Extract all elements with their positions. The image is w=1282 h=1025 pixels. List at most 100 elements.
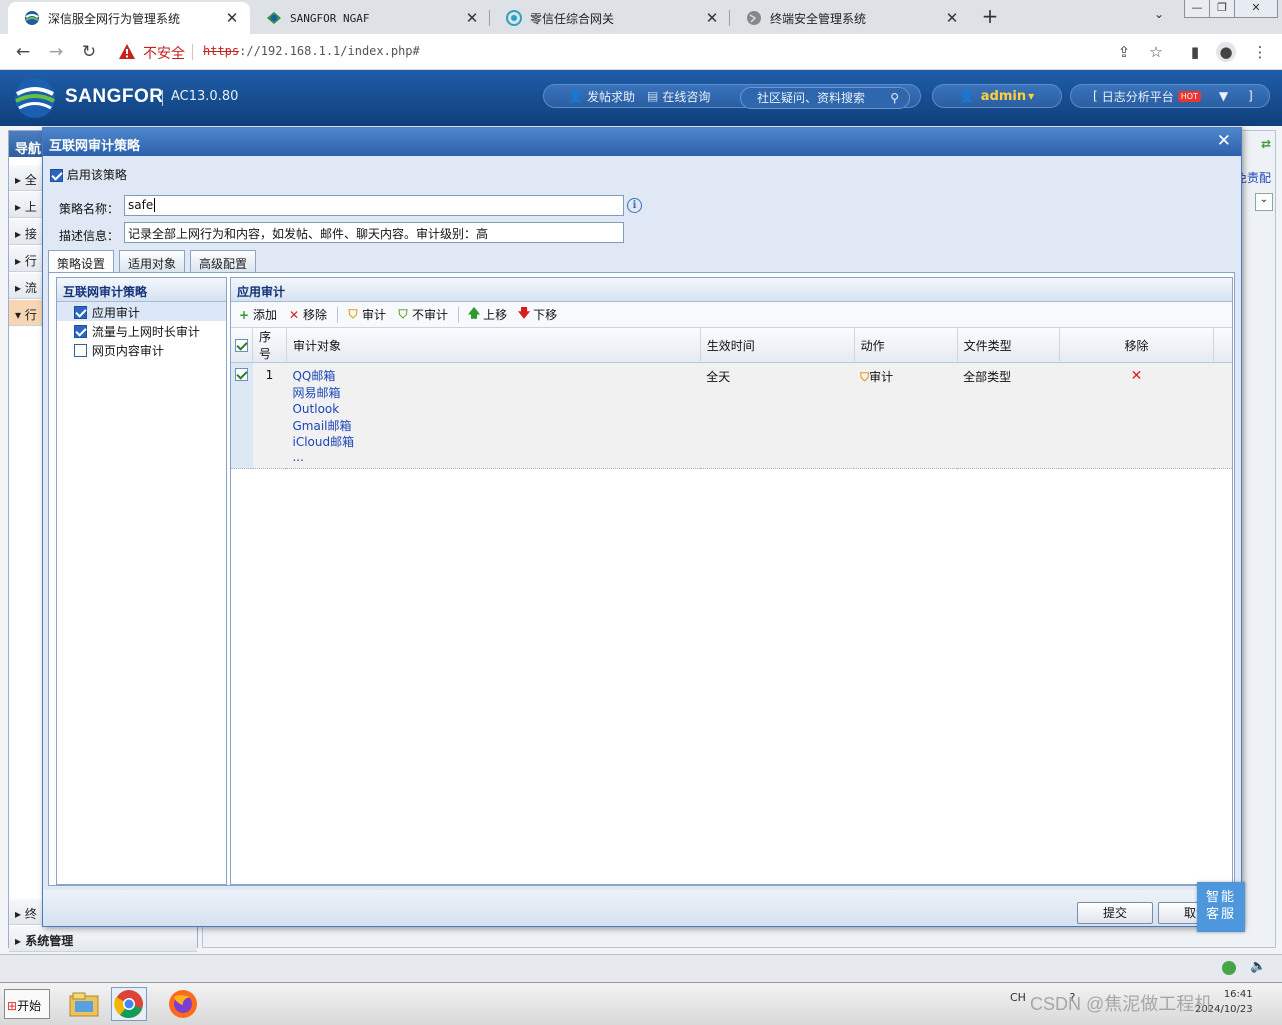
tree-item-label: 网页内容审计 [91,344,164,358]
browser-tab-endpoint-security[interactable]: 终端安全管理系统 ✕ [730,2,970,34]
tree-checkbox[interactable] [74,306,87,319]
tab-search-chevron-down-icon[interactable]: ⌄ [1154,7,1164,21]
audit-object-link[interactable]: Gmail邮箱 [292,418,694,435]
delete-x-icon[interactable]: ✕ [1131,368,1143,384]
nav-item-system-management[interactable]: ▸ 系统管理 [9,926,197,952]
smart-service-button[interactable]: 智能 客服 [1197,882,1245,932]
row-effective-time: 全天 [700,362,855,469]
share-icon[interactable]: ⇪ [1114,42,1134,62]
browser-tab-zero-trust[interactable]: 零信任综合网关 ✕ [490,2,730,34]
row-checkbox-cell[interactable] [231,362,253,469]
minimize-window-button[interactable]: — [1184,0,1210,18]
tab-policy-settings[interactable]: 策略设置 [48,250,115,273]
side-panel-icon[interactable]: ▮ [1185,42,1205,62]
arrow-up-icon: 🡅 [467,306,481,320]
tab-close-icon[interactable]: ✕ [704,9,720,27]
add-button[interactable]: + 添加 [237,306,277,323]
forward-arrow-icon[interactable]: → [44,40,68,64]
dialog-footer: 提交 取消 [43,890,1241,926]
bookmark-star-icon[interactable]: ☆ [1146,42,1166,62]
admin-menu[interactable]: 👤 admin ▾ [932,84,1062,108]
sound-icon[interactable]: 🔈 [1250,959,1266,974]
no-audit-button[interactable]: ⛉ 不审计 [396,306,449,323]
globe-favicon-icon [746,10,762,26]
toolbar-separator [337,306,339,323]
audit-object-link[interactable]: iCloud邮箱 [292,434,694,451]
no-audit-shield-icon: ⛉ [398,307,408,321]
col-filler [1213,328,1232,363]
security-status-label[interactable]: 不安全 [143,43,185,63]
file-explorer-icon[interactable] [66,987,102,1021]
browser-tab-strip: 深信服全网行为管理系统 ✕ SANGFOR NGAF ✕ 零信任综合网关 ✕ 终… [0,0,1282,34]
back-arrow-icon[interactable]: ← [11,40,35,64]
table-header-row: 序号 审计对象 生效时间 动作 文件类型 移除 [231,328,1232,363]
search-icon[interactable]: ⚲ [890,88,899,108]
profile-avatar-icon[interactable]: ● [1216,42,1236,62]
dialog-close-icon[interactable]: ✕ [1217,131,1231,151]
select-all-checkbox[interactable] [235,339,248,352]
tree-item-label: 流量与上网时长审计 [91,325,200,339]
more-menu-icon[interactable]: ⋮ [1250,42,1270,62]
bracket-close: ] [1248,89,1253,103]
admin-dropdown-icon: ▾ [1028,89,1035,103]
tree-checkbox[interactable] [74,344,87,357]
chrome-taskbar-icon[interactable] [111,987,147,1021]
refresh-icon[interactable]: ⇄ [1261,137,1271,151]
browser-tab-sangfor-ac[interactable]: 深信服全网行为管理系统 ✕ [8,2,250,34]
move-up-button[interactable]: 🡅 上移 [467,304,507,325]
tree-item-traffic-audit[interactable]: 流量与上网时长审计 [57,321,226,340]
enable-policy-checkbox[interactable] [50,169,63,182]
csdn-watermark: CSDN @焦泥做工程机 [1030,994,1213,1014]
audit-object-link[interactable]: QQ邮箱 [292,368,694,385]
user-help-icon: 👤 [568,89,583,103]
audit-object-more-link[interactable]: ... [292,451,694,463]
warning-triangle-icon[interactable] [118,43,136,61]
audit-button[interactable]: ⛉ 审计 [346,306,387,323]
tab-close-icon[interactable]: ✕ [224,9,240,27]
tree-checkbox[interactable] [74,325,87,338]
new-tab-button[interactable]: + [980,5,1000,27]
move-down-button[interactable]: 🡇 下移 [517,304,557,325]
dialog-title: 互联网审计策略 [49,139,141,154]
online-consult-link[interactable]: 在线咨询 [662,88,710,105]
tab-applicable-objects[interactable]: 适用对象 [119,250,186,272]
url-field[interactable]: https://192.168.1.1/index.php# [203,44,420,58]
submit-button[interactable]: 提交 [1077,902,1153,924]
forum-link[interactable]: 发帖求助 [587,88,635,105]
audit-object-link[interactable]: 网易邮箱 [292,385,694,402]
row-checkbox[interactable] [235,368,248,381]
row-seq: 1 [252,362,287,469]
restore-window-button[interactable]: ❐ [1209,0,1235,18]
community-search-input[interactable]: 社区疑问、资料搜索 ⚲ [740,87,910,109]
row-action[interactable]: ⛉审计 [854,362,958,469]
tree-item-app-audit[interactable]: 应用审计 [57,302,226,321]
firefox-taskbar-icon[interactable] [165,987,201,1021]
brand-name: SANGFOR [65,86,164,107]
audit-object-link[interactable]: Outlook [292,401,694,418]
dropdown-chevron-icon[interactable]: ⌄ [1255,193,1273,211]
smart-service-line2: 客服 [1205,907,1236,922]
ime-indicator[interactable]: CH [1010,991,1026,1004]
start-button[interactable]: ⊞开始 [4,989,50,1019]
policy-name-input[interactable]: safe [124,195,624,216]
tab-body: 互联网审计策略 应用审计 流量与上网时长审计 网页内容审计 应用审计 + 添加 ✕… [48,272,1235,886]
info-icon[interactable]: i [627,198,642,213]
tab-close-icon[interactable]: ✕ [944,9,960,27]
col-file-type: 文件类型 [957,328,1060,363]
tree-title: 互联网审计策略 [57,278,226,302]
enable-policy-row[interactable]: 启用该策略 [50,166,127,183]
tree-item-web-content-audit[interactable]: 网页内容审计 [57,340,226,359]
table-row[interactable]: 1 QQ邮箱 网易邮箱 Outlook Gmail邮箱 iCloud邮箱 ...… [231,362,1232,469]
select-all-cell[interactable] [231,328,253,363]
description-input[interactable]: 记录全部上网行为和内容，如发帖、邮件、聊天内容。审计级别：高 [124,222,624,243]
log-platform-menu[interactable]: [ 日志分析平台 HOT ▼ ] [1070,84,1270,108]
reload-icon[interactable]: ↻ [77,40,101,64]
tab-title: 深信服全网行为管理系统 [48,11,181,26]
browser-tab-ngaf[interactable]: SANGFOR NGAF ✕ [250,2,490,34]
tab-advanced-config[interactable]: 高级配置 [190,250,257,272]
arrow-down-icon: 🡇 [517,306,531,320]
tab-close-icon[interactable]: ✕ [464,9,480,27]
row-filler [1213,362,1232,469]
remove-button[interactable]: ✕ 移除 [287,306,327,323]
close-window-button[interactable]: ✕ [1234,0,1278,18]
